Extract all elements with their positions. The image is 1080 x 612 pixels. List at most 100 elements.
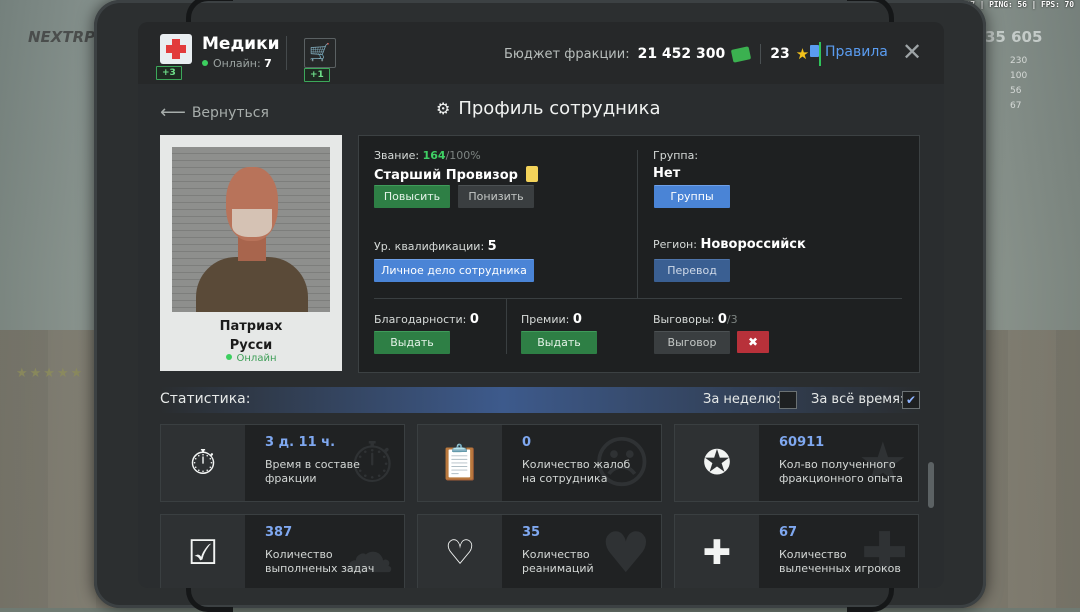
info-divider — [637, 150, 638, 298]
stat-description-line: Количество — [522, 548, 590, 561]
give-thanks-button[interactable]: Выдать — [374, 331, 450, 354]
employee-photo-card: Патриах Русси Онлайн — [160, 135, 342, 371]
medkit-icon: ✚ — [675, 515, 759, 588]
group-label: Группа: — [653, 149, 699, 162]
mugshot-body — [196, 257, 308, 312]
hud-money: 35 605 — [985, 28, 1043, 46]
stat-description-line: вылеченных игроков — [779, 562, 901, 575]
stat-description-line: на сотрудника — [522, 472, 608, 485]
faction-badge: +3 — [156, 66, 182, 80]
stat-description-line: Количество — [779, 548, 847, 561]
group-value: Нет — [653, 166, 681, 181]
hud-stats: 230 100 56 67 — [1010, 54, 1027, 114]
back-button[interactable]: ⟵ Вернуться — [160, 102, 269, 123]
online-dot-icon — [202, 60, 208, 66]
remove-user-icon: ✖ — [747, 335, 759, 349]
hud-stat: 56 — [1010, 86, 1022, 96]
exp-stars-icon: ✪ — [675, 425, 759, 501]
gear-icon: ⚙ — [436, 99, 451, 118]
faction-header: +3 Медики Онлайн: 7 🛒 +1 Бюджет фракции:… — [138, 22, 944, 84]
hud-stat: 67 — [1010, 101, 1022, 111]
back-label: Вернуться — [191, 105, 269, 121]
demote-button[interactable]: Понизить — [458, 185, 534, 208]
stat-description: Кол-во полученного фракционного опыта — [779, 458, 903, 486]
mugshot-beard — [232, 209, 272, 237]
stat-description-line: реанимаций — [522, 562, 594, 575]
cart-button[interactable]: 🛒 — [304, 38, 336, 68]
stat-card-reanimations: ♡ ♥ 35 Количество реанимаций — [417, 514, 662, 588]
reprimands-max: /3 — [726, 313, 738, 326]
stat-description-line: фракции — [265, 472, 317, 485]
reprimands-label-text: Выговоры: — [653, 313, 715, 326]
rank-max: /100% — [445, 149, 481, 162]
bonuses-label-text: Премии: — [521, 313, 570, 326]
online-label: Онлайн: — [213, 57, 261, 70]
budget-label: Бюджет фракции: — [504, 46, 630, 62]
rank-current: 164 — [422, 149, 446, 162]
stat-description-line: Количество жалоб — [522, 458, 631, 471]
region-value: Новороссийск — [700, 237, 806, 252]
medal-icon — [525, 166, 538, 182]
stat-description-line: Кол-во полученного — [779, 458, 896, 471]
qualification-label: Ур. квалификации: 5 — [374, 239, 497, 254]
rank-name: Старший Провизор — [374, 166, 538, 183]
stat-value: 3 д. 11 ч. — [265, 435, 336, 450]
stat-description-line: Время в составе — [265, 458, 360, 471]
medical-faction-icon — [160, 34, 192, 64]
stat-card-experience: ✪ ★ 60911 Кол-во полученного фракционног… — [674, 424, 919, 502]
close-icon[interactable]: ✕ — [902, 38, 922, 66]
reprimand-button[interactable]: Выговор — [654, 331, 730, 354]
thanks-label-text: Благодарности: — [374, 313, 467, 326]
rank-label: Звание: 164/100% — [374, 149, 481, 162]
stat-description: Количество жалоб на сотрудника — [522, 458, 630, 486]
tablet-screen: +3 Медики Онлайн: 7 🛒 +1 Бюджет фракции:… — [138, 22, 944, 588]
region-label: Регион: Новороссийск — [653, 237, 806, 252]
stats-header: Статистика: За неделю: За всё время: ✔ — [160, 387, 922, 413]
region-label-text: Регион: — [653, 238, 697, 251]
rank-name-text: Старший Провизор — [374, 168, 518, 183]
wanted-stars-icon: ★★★★★ — [16, 366, 85, 381]
stat-value: 35 — [522, 525, 541, 540]
hud-logo: NEXTRP — [28, 28, 96, 46]
thanks-value: 0 — [469, 312, 479, 327]
heartbeat-watermark-icon: ♥ — [600, 521, 651, 586]
stat-value: 387 — [265, 525, 293, 540]
header-divider — [286, 36, 287, 70]
stat-description: Время в составе фракции — [265, 458, 360, 486]
rules-link[interactable]: Правила — [810, 44, 888, 60]
arrow-left-icon: ⟵ — [160, 102, 186, 123]
stat-description-line: выполненых задач — [265, 562, 375, 575]
complaint-document-icon: 📋 — [418, 425, 502, 501]
stat-card-healed: ✚ ✚ 67 Количество вылеченных игроков — [674, 514, 919, 588]
star-icon: ★ — [795, 45, 810, 63]
all-time-filter-checkbox[interactable]: ✔ — [902, 391, 920, 409]
stat-description: Количество реанимаций — [522, 548, 594, 576]
give-bonus-button[interactable]: Выдать — [521, 331, 597, 354]
stat-card-complaints: 📋 ☹ 0 Количество жалоб на сотрудника — [417, 424, 662, 502]
rules-label: Правила — [825, 44, 888, 60]
cart-badge: +1 — [304, 68, 330, 82]
stats-scrollbar[interactable] — [928, 462, 934, 508]
stat-value: 67 — [779, 525, 798, 540]
thanks-label: Благодарности: 0 — [374, 312, 479, 327]
document-icon — [810, 45, 819, 57]
remove-reprimand-button[interactable]: ✖ — [737, 331, 769, 353]
personal-file-button[interactable]: Личное дело сотрудника — [374, 259, 534, 282]
hud-stat: 100 — [1010, 71, 1028, 81]
heartbeat-icon: ♡ — [418, 515, 502, 588]
page-title: ⚙ Профиль сотрудника — [436, 98, 661, 119]
faction-budget: Бюджет фракции: 21 452 300 23 ★ — [504, 42, 822, 66]
week-filter-checkbox[interactable] — [779, 391, 797, 409]
qualification-value: 5 — [487, 239, 497, 254]
all-time-filter-label: За всё время: — [811, 392, 905, 407]
checkmark-icon: ✔ — [905, 393, 917, 407]
stat-description: Количество вылеченных игроков — [779, 548, 901, 576]
qualification-label-text: Ур. квалификации: — [374, 240, 485, 253]
promote-button[interactable]: Повысить — [374, 185, 450, 208]
online-count: 7 — [264, 57, 272, 70]
stat-description-line: Количество — [265, 548, 333, 561]
groups-button[interactable]: Группы — [654, 185, 730, 208]
info-horizontal-divider — [374, 298, 902, 299]
transfer-button[interactable]: Перевод — [654, 259, 730, 282]
stat-value: 0 — [522, 435, 532, 450]
